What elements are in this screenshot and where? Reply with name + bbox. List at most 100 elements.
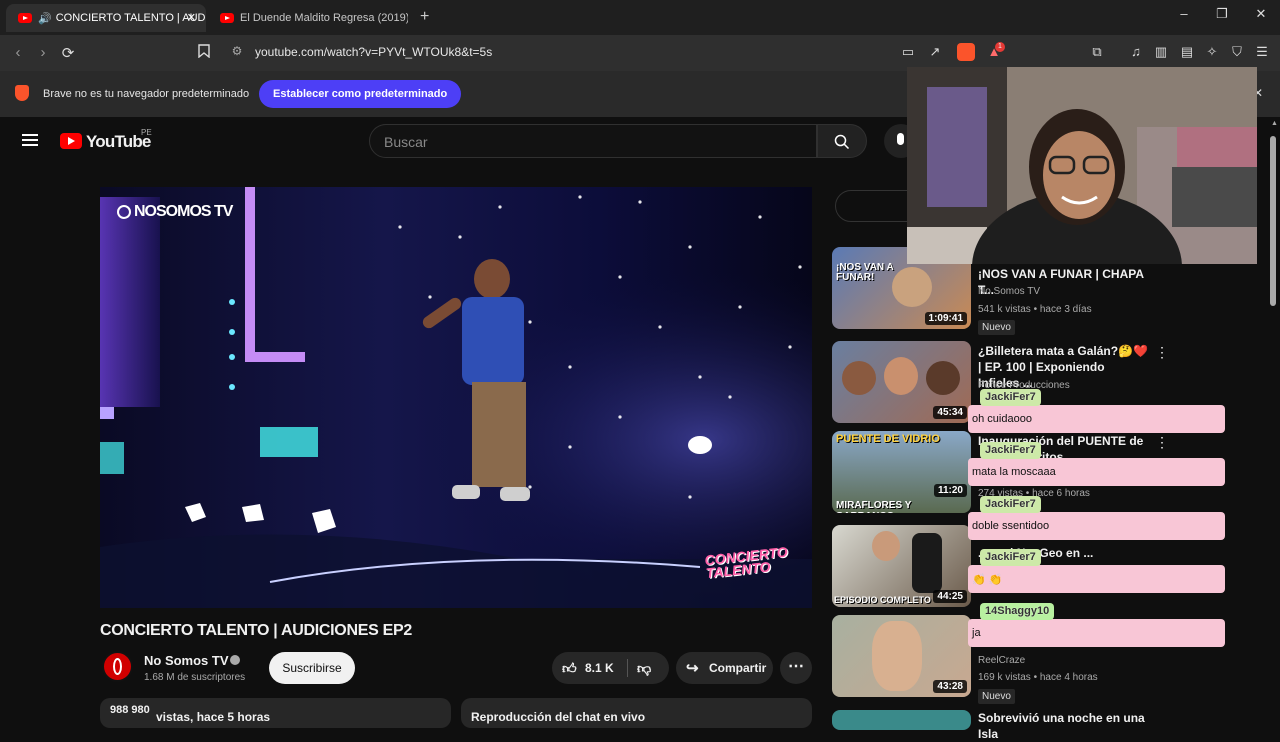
thumb-face <box>892 267 932 307</box>
vpn-icon[interactable]: ⛉ <box>1229 44 1245 60</box>
maximize-button[interactable]: ❐ <box>1210 6 1234 22</box>
chat-text: mata la moscaaa <box>972 466 1056 478</box>
sidebar-thumbnail[interactable]: EPISODIO COMPLETO 44:25 <box>832 525 971 607</box>
new-tab-button[interactable]: + <box>420 8 429 26</box>
chat-username: JackiFer7 <box>980 442 1041 459</box>
like-dislike-group: 👍︎ 8.1 K 👎︎ <box>552 652 669 684</box>
youtube-logo-icon[interactable] <box>60 133 82 149</box>
country-code: PE <box>141 128 152 137</box>
brave-logo-icon <box>15 85 29 101</box>
channel-name[interactable]: No Somos TV <box>144 653 229 668</box>
search-icon <box>834 134 850 150</box>
views-prefix: 988 980 <box>110 704 150 716</box>
more-vert-icon[interactable]: ⋮ <box>1155 344 1169 361</box>
tab-title: CONCIERTO TALENTO | AUDIC <box>55 12 206 24</box>
bookmark-icon[interactable] <box>195 44 213 62</box>
verified-icon <box>230 655 240 665</box>
video-player[interactable]: NOSOMOS TV CONCIERTO TALENTO <box>100 187 812 608</box>
menu-icon[interactable]: ☰ <box>1254 44 1270 60</box>
chat-text: 👏 👏 <box>972 574 1003 586</box>
search-button[interactable] <box>817 124 867 158</box>
dislike-icon[interactable]: 👎︎ <box>637 660 651 677</box>
chat-replay-box[interactable]: Reproducción del chat en vivo <box>461 698 812 728</box>
cast-icon[interactable]: ▭ <box>900 44 916 60</box>
share-icon[interactable]: ↗ <box>927 44 943 60</box>
tab-concierto-talento[interactable]: 🔊 CONCIERTO TALENTO | AUDIC ✕ <box>6 4 206 32</box>
thumb-face <box>872 531 900 561</box>
like-icon[interactable]: 👍︎ <box>562 660 577 677</box>
like-count[interactable]: 8.1 K <box>585 661 614 675</box>
video-duration: 45:34 <box>933 406 967 419</box>
watermark-logo-icon <box>117 205 131 219</box>
url-field[interactable]: youtube.com/watch?v=PYVt_WTOUk8&t=5s <box>255 45 492 59</box>
reload-icon[interactable]: ⟳ <box>59 44 77 62</box>
search-input[interactable]: Buscar <box>369 124 817 158</box>
sidebar-thumbnail[interactable] <box>832 710 971 730</box>
youtube-favicon-icon <box>220 13 234 23</box>
new-badge: Nuevo <box>978 320 1015 335</box>
close-tab-icon[interactable]: ✕ <box>187 11 196 24</box>
sidebar-meta: 541 k vistas • hace 3 días <box>978 304 1092 315</box>
watermark-text: NOSOMOS TV <box>134 203 233 220</box>
video-title: CONCIERTO TALENTO | AUDICIONES EP2 <box>100 622 412 639</box>
thumb-text-bottom: MIRAFLORES Y BARRANCO <box>836 500 912 513</box>
webcam-overlay <box>907 67 1257 264</box>
thumb-face <box>926 361 960 395</box>
chat-message: oh cuidaooo <box>968 405 1225 433</box>
chat-message: doble ssentidoo <box>968 512 1225 540</box>
chip-bar[interactable] <box>835 190 915 222</box>
thumb-face <box>842 361 876 395</box>
browser-tab-bar: 🔊 CONCIERTO TALENTO | AUDIC ✕ El Duende … <box>0 0 1280 35</box>
sidebar-thumbnail[interactable]: 43:28 <box>832 615 971 697</box>
tab-title: El Duende Maldito Regresa (2019) Tr <box>240 12 408 24</box>
page-scrollbar[interactable]: ▲ <box>1268 120 1278 720</box>
share-label: Compartir <box>709 661 767 675</box>
sidebar-channel[interactable]: No Somos TV <box>978 286 1040 297</box>
chat-username: 14Shaggy10 <box>980 603 1055 620</box>
address-toolbar: ‹ › ⟳ ⚙ youtube.com/watch?v=PYVt_WTOUk8&… <box>0 35 1280 71</box>
video-frame <box>100 187 812 608</box>
back-icon[interactable]: ‹ <box>9 44 27 61</box>
sidebar-channel[interactable]: ReelCraze <box>978 655 1025 666</box>
sidebar-thumbnail[interactable]: PUENTE DE VIDRIO MIRAFLORES Y BARRANCO 1… <box>832 431 971 513</box>
description-box[interactable]: 988 980 vistas, hace 5 horas <box>100 698 451 728</box>
site-settings-icon[interactable]: ⚙ <box>228 44 246 58</box>
chat-username: JackiFer7 <box>980 389 1041 406</box>
chat-username: JackiFer7 <box>980 549 1041 566</box>
scroll-up-icon[interactable]: ▲ <box>1271 120 1278 127</box>
forward-icon[interactable]: › <box>34 44 52 61</box>
rewards-badge: 1 <box>995 42 1005 52</box>
chat-text: doble ssentidoo <box>972 520 1050 532</box>
leo-ai-icon[interactable]: ✧ <box>1204 44 1220 60</box>
subscribe-button[interactable]: Suscribirse <box>269 652 355 684</box>
more-actions-button[interactable]: ⋯ <box>780 652 812 684</box>
sidebar-thumbnail[interactable]: 45:34 <box>832 341 971 423</box>
close-window-button[interactable]: ✕ <box>1249 6 1273 22</box>
chat-username: JackiFer7 <box>980 496 1041 513</box>
thumb-text: ¡NOS VAN A FUNAR! <box>836 262 894 283</box>
hamburger-menu-icon[interactable] <box>22 134 38 146</box>
chat-message: mata la moscaaa <box>968 458 1225 486</box>
microphone-icon <box>897 133 904 145</box>
minimize-button[interactable]: – <box>1172 6 1196 21</box>
subscriber-count: 1.68 M de suscriptores <box>144 672 246 683</box>
music-icon[interactable]: ♫ <box>1128 44 1144 60</box>
new-badge: Nuevo <box>978 689 1015 704</box>
sidebar-icon[interactable]: ▥ <box>1153 44 1169 60</box>
tab-el-duende[interactable]: El Duende Maldito Regresa (2019) Tr <box>208 4 408 32</box>
video-duration: 44:25 <box>933 590 967 603</box>
tab-search-icon[interactable]: ⧉ <box>1089 44 1105 60</box>
channel-avatar[interactable] <box>102 651 133 682</box>
scrollbar-thumb[interactable] <box>1270 136 1276 306</box>
thumb-person <box>912 533 942 593</box>
thumb-face <box>884 357 918 395</box>
wallet-icon[interactable]: ▤ <box>1179 44 1195 60</box>
thumb-text: EPISODIO COMPLETO <box>834 595 931 605</box>
share-button[interactable]: ↪ Compartir <box>676 652 773 684</box>
more-vert-icon[interactable]: ⋮ <box>1155 434 1169 451</box>
set-default-button[interactable]: Establecer como predeterminado <box>259 80 462 108</box>
brave-shields-icon[interactable] <box>957 43 975 61</box>
sidebar-title[interactable]: Sobrevivió una noche en una Isla <box>978 710 1148 742</box>
channel-logo-icon <box>113 658 122 675</box>
thumb-text-top: PUENTE DE VIDRIO <box>836 433 940 445</box>
